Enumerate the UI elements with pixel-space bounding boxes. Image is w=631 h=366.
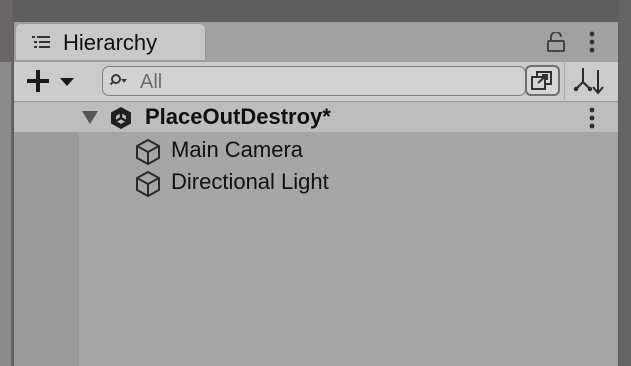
kebab-menu-icon[interactable] (588, 31, 596, 53)
plus-icon (27, 70, 49, 92)
sort-icon (573, 68, 604, 95)
tab-hierarchy[interactable]: Hierarchy (15, 23, 206, 61)
tab-strip: Hierarchy (14, 22, 618, 62)
expand-arrow-icon[interactable] (81, 109, 99, 125)
hierarchy-item-label: Directional Light (171, 169, 329, 194)
hierarchy-item-directional-light[interactable]: Directional Light (79, 166, 618, 198)
scene-visibility-icon (531, 71, 552, 90)
hierarchy-toolbar (14, 62, 618, 102)
list-icon (32, 36, 50, 48)
scene-kebab-menu-icon[interactable] (588, 107, 596, 129)
add-create-button[interactable] (24, 65, 78, 97)
scene-row[interactable]: PlaceOutDestroy* (14, 102, 618, 132)
editor-top-bar (0, 0, 631, 22)
hierarchy-window: Hierarchy All PlaceOutDestroy* Main Came… (14, 22, 618, 366)
caret-down-icon (60, 78, 74, 86)
tree-gutter (14, 102, 79, 366)
right-neighbor-panel (619, 0, 631, 366)
scene-name: PlaceOutDestroy* (145, 104, 331, 129)
hierarchy-tree: PlaceOutDestroy* Main Camera Directional… (14, 102, 618, 366)
tab-label: Hierarchy (63, 30, 158, 55)
lock-icon[interactable] (547, 32, 565, 52)
sort-button[interactable] (564, 62, 619, 100)
left-panel-strip (0, 62, 11, 366)
scene-visibility-button[interactable] (525, 65, 560, 96)
gameobject-cube-icon (136, 139, 160, 165)
search-input[interactable] (138, 69, 512, 95)
hierarchy-item-label: Main Camera (171, 137, 304, 162)
gameobject-cube-icon (136, 171, 160, 197)
search-icon[interactable] (110, 73, 128, 87)
unity-scene-icon (111, 107, 131, 129)
hierarchy-item-main-camera[interactable]: Main Camera (79, 134, 618, 166)
search-field[interactable] (102, 66, 526, 96)
